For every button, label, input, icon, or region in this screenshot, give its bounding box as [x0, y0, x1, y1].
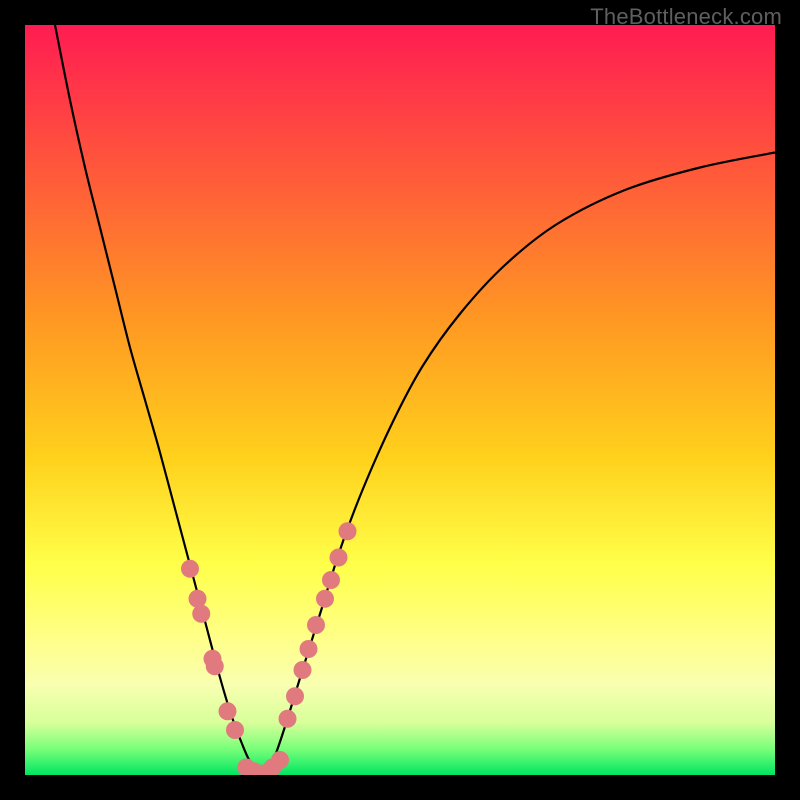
data-marker — [322, 571, 340, 589]
bottleneck-curve-svg — [25, 25, 775, 775]
data-marker — [206, 657, 224, 675]
data-marker — [330, 549, 348, 567]
data-marker — [294, 661, 312, 679]
bottleneck-curve — [55, 25, 775, 774]
data-marker — [339, 522, 357, 540]
data-marker — [219, 702, 237, 720]
data-marker — [189, 590, 207, 608]
data-marker — [300, 640, 318, 658]
data-marker — [192, 605, 210, 623]
data-marker — [307, 616, 325, 634]
data-marker — [226, 721, 244, 739]
data-marker — [316, 590, 334, 608]
data-marker — [286, 687, 304, 705]
data-marker — [271, 751, 289, 769]
plot-area — [25, 25, 775, 775]
watermark-label: TheBottleneck.com — [590, 4, 782, 30]
chart-frame: TheBottleneck.com — [0, 0, 800, 800]
data-marker — [181, 560, 199, 578]
marker-group — [181, 522, 357, 775]
data-marker — [279, 710, 297, 728]
